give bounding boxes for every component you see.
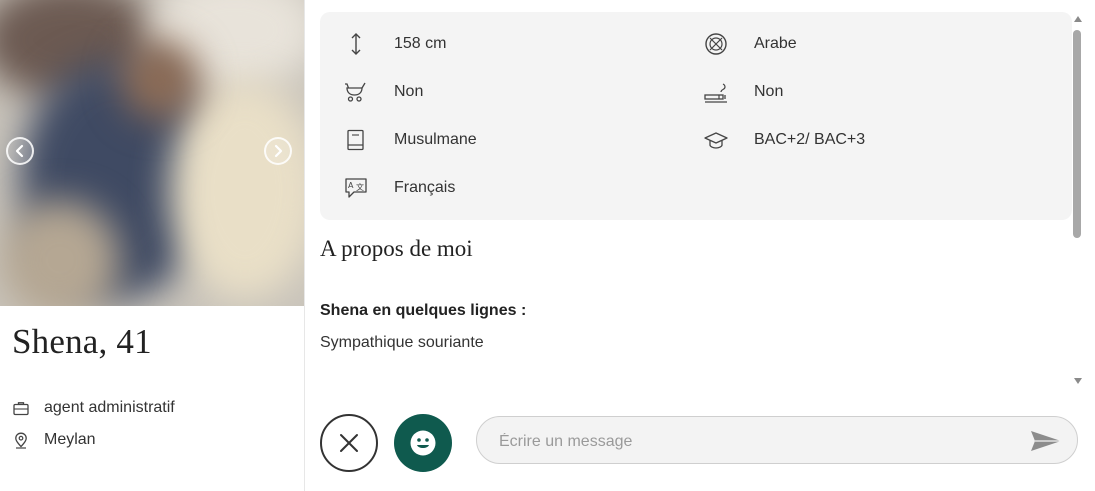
smiley-icon [410, 430, 436, 456]
height-arrows-icon [344, 32, 368, 56]
graduation-cap-icon [704, 128, 728, 152]
scrollbar-thumb[interactable] [1073, 30, 1081, 238]
religion-value: Musulmane [394, 131, 477, 148]
briefcase-icon [12, 399, 30, 417]
send-icon [1031, 431, 1061, 451]
scroll-up-arrow-icon[interactable] [1074, 16, 1082, 22]
origin-value: Arabe [754, 35, 797, 52]
fact-religion: Musulmane [344, 128, 477, 152]
next-photo-button[interactable] [264, 137, 292, 165]
dismiss-button[interactable] [320, 414, 378, 472]
details-scroll-area[interactable]: 158 cm Arabe Non Non Musulmane BAC+2/ BA… [305, 0, 1073, 392]
fact-language: A 文 Français [344, 176, 455, 200]
details-panel: 158 cm Arabe Non Non Musulmane BAC+2/ BA… [305, 0, 1095, 491]
previous-photo-button[interactable] [6, 137, 34, 165]
about-subtitle: Shena en quelques lignes : [320, 302, 527, 319]
fact-education: BAC+2/ BAC+3 [704, 128, 865, 152]
fact-height: 158 cm [344, 32, 446, 56]
stroller-icon [344, 80, 368, 104]
message-box [476, 416, 1078, 464]
height-value: 158 cm [394, 35, 447, 52]
about-text: Sympathique souriante [320, 334, 484, 351]
message-input[interactable] [497, 429, 1021, 455]
profile-city: Meylan [12, 431, 96, 449]
fact-origin: Arabe [704, 32, 797, 56]
scrollbar[interactable] [1070, 12, 1084, 390]
send-button[interactable] [1029, 429, 1063, 453]
globe-icon [704, 32, 728, 56]
facts-card: 158 cm Arabe Non Non Musulmane BAC+2/ BA… [320, 12, 1072, 220]
job-label: agent administratif [44, 399, 175, 416]
book-icon [344, 128, 368, 152]
profile-name: Shena, 41 [12, 322, 152, 361]
chevron-left-icon [15, 144, 24, 158]
fact-children: Non [344, 80, 423, 104]
profile-photo [0, 0, 304, 306]
smile-button[interactable] [394, 414, 452, 472]
close-icon [340, 434, 358, 452]
svg-text:A: A [348, 181, 354, 190]
cigarette-icon [704, 80, 728, 104]
language-value: Français [394, 179, 456, 196]
svg-text:文: 文 [356, 182, 364, 192]
about-title: A propos de moi [320, 236, 473, 261]
city-label: Meylan [44, 431, 96, 448]
scroll-down-arrow-icon[interactable] [1074, 378, 1082, 384]
location-pin-icon [12, 431, 30, 449]
children-value: Non [394, 83, 424, 100]
chevron-right-icon [274, 144, 283, 158]
translate-icon: A 文 [344, 176, 368, 200]
profile-job: agent administratif [12, 399, 175, 417]
fact-smoker: Non [704, 80, 783, 104]
smoker-value: Non [754, 83, 784, 100]
education-value: BAC+2/ BAC+3 [754, 131, 866, 148]
profile-panel: Shena, 41 agent administratif Meylan [0, 0, 304, 491]
